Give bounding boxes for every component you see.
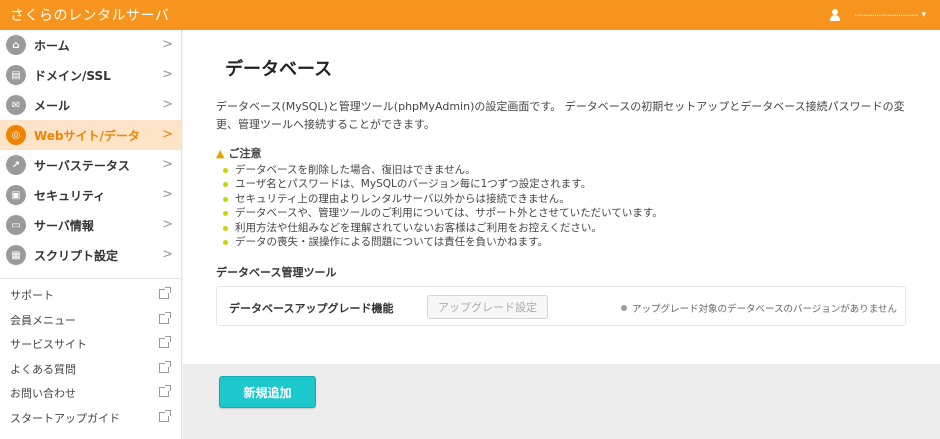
sidebar-link-label: サービスサイト bbox=[10, 338, 87, 352]
chevron-right-icon: > bbox=[162, 127, 173, 142]
warning-icon: ▲ bbox=[216, 146, 225, 160]
notice-item: 利用方法や仕組みなどを理解されていないお客様はご利用をお控えください。 bbox=[223, 221, 663, 235]
server-icon: ▭ bbox=[6, 215, 26, 235]
home-icon: ⌂ bbox=[6, 35, 26, 55]
sidebar: ⌂ ホーム > ▤ ドメイン/SSL > ✉ メール > ◎ Webサイト/データ > ↗ サーバステータ… bbox=[0, 30, 182, 439]
chevron-right-icon: > bbox=[162, 187, 173, 202]
user-menu[interactable]: ㅤ····························· ▾ bbox=[829, 7, 926, 22]
notice-item: セキュリティ上の理由よりレンタルサーバ以外からは接続できません。 bbox=[223, 192, 663, 206]
add-new-button[interactable]: 新規追加 bbox=[219, 376, 316, 408]
sidebar-item-label: ホーム bbox=[34, 38, 70, 53]
notice-heading-label: ご注意 bbox=[228, 147, 262, 160]
user-name: ㅤ····························· bbox=[845, 11, 918, 22]
notice-item: ユーザ名とパスワードは、MySQLのバージョン毎に1つずつ設定されます。 bbox=[223, 177, 663, 191]
domain-icon: ▤ bbox=[6, 65, 26, 85]
page-description: データベース(MySQL)と管理ツール(phpMyAdmin)の設定画面です。 … bbox=[216, 100, 905, 131]
sidebar-links: サポート会員メニュー サービスサイト よくある質問 お問い合わせスタートアップガイド bbox=[0, 283, 181, 430]
sidebar-link[interactable]: サービスサイト bbox=[0, 332, 181, 357]
sidebar-link-label: よくある質問 bbox=[10, 362, 76, 376]
notice-item: データの喪失・誤操作による問題については責任を負いかねます。 bbox=[223, 235, 663, 249]
sidebar-item-label: スクリプト設定 bbox=[34, 248, 119, 263]
user-icon bbox=[829, 8, 841, 21]
notice-list: データベースを削除した場合、復旧はできません。 ユーザ名とパスワードは、MySQL… bbox=[223, 163, 663, 249]
sidebar-item-label: セキュリティ bbox=[34, 188, 106, 203]
sidebar-item-label: サーバ情報 bbox=[34, 218, 94, 233]
sidebar-link[interactable]: スタートアップガイド bbox=[0, 406, 181, 431]
mail-icon: ✉ bbox=[6, 95, 26, 115]
upgrade-label: データベースアップグレード機能 bbox=[229, 302, 394, 315]
main-area: データベース データベース(MySQL)と管理ツール(phpMyAdmin)の設… bbox=[183, 30, 940, 439]
chevron-right-icon: > bbox=[162, 67, 173, 82]
sidebar-item[interactable]: ▣ セキュリティ > bbox=[0, 180, 181, 210]
sidebar-link-label: スタートアップガイド bbox=[10, 411, 120, 425]
external-link-icon bbox=[159, 287, 171, 299]
sidebar-link[interactable]: お問い合わせ bbox=[0, 381, 181, 406]
globe-icon: ◎ bbox=[6, 125, 26, 145]
external-link-icon bbox=[159, 311, 171, 324]
chevron-right-icon: > bbox=[162, 37, 173, 52]
script-icon: ▦ bbox=[6, 245, 26, 265]
upgrade-status: アップグレード対象のデータベースのバージョンがありません bbox=[620, 301, 897, 315]
sidebar-link[interactable]: サポート bbox=[0, 283, 181, 308]
sidebar-link[interactable]: 会員メニュー bbox=[0, 308, 181, 333]
tools-heading: データベース管理ツール bbox=[216, 266, 337, 279]
external-link-icon bbox=[159, 360, 171, 373]
sidebar-item-label: サーバステータス bbox=[34, 158, 130, 173]
content-panel: データベース データベース(MySQL)と管理ツール(phpMyAdmin)の設… bbox=[183, 30, 940, 364]
external-link-icon bbox=[159, 336, 171, 348]
sidebar-link-label: 会員メニュー bbox=[10, 313, 76, 327]
sidebar-item-label: Webサイト/データ bbox=[34, 128, 140, 143]
chevron-right-icon: > bbox=[162, 217, 173, 232]
top-bar: さくらのレンタルサーバ ㅤ···························… bbox=[0, 0, 940, 30]
brand-logo[interactable]: さくらのレンタルサーバ bbox=[10, 5, 169, 25]
sidebar-item[interactable]: ◎ Webサイト/データ > bbox=[0, 120, 181, 150]
notice-heading: ▲ ご注意 bbox=[216, 145, 261, 161]
sidebar-item[interactable]: ▭ サーバ情報 > bbox=[0, 210, 181, 240]
caret-down-icon: ▾ bbox=[921, 9, 926, 20]
sidebar-item-label: メール bbox=[34, 98, 71, 113]
upgrade-tool-row: データベースアップグレード機能 アップグレード設定 アップグレード対象のデータベ… bbox=[216, 286, 906, 326]
notice-item: データベースや、管理ツールのご利用については、サポート外とさせていただいています… bbox=[223, 206, 663, 220]
action-bar: 新規追加 bbox=[183, 364, 940, 439]
upgrade-settings-button[interactable]: アップグレード設定 bbox=[427, 295, 548, 319]
sidebar-link[interactable]: よくある質問 bbox=[0, 357, 181, 382]
sidebar-item[interactable]: ▦ スクリプト設定 > bbox=[0, 240, 181, 270]
external-link-icon bbox=[159, 409, 171, 422]
sidebar-link-label: お問い合わせ bbox=[10, 387, 76, 401]
lock-icon: ▣ bbox=[6, 185, 26, 205]
page-title: データベース bbox=[225, 59, 333, 80]
status-dot-icon bbox=[620, 305, 627, 311]
upgrade-status-text: アップグレード対象のデータベースのバージョンがありません bbox=[631, 304, 897, 315]
sidebar-divider bbox=[0, 278, 181, 279]
chart-icon: ↗ bbox=[6, 155, 26, 175]
sidebar-nav: ⌂ ホーム > ▤ ドメイン/SSL > ✉ メール > ◎ Webサイト/データ > ↗ サーバステータ… bbox=[0, 30, 181, 270]
chevron-right-icon: > bbox=[162, 157, 173, 172]
chevron-right-icon: > bbox=[162, 97, 173, 112]
sidebar-item[interactable]: ↗ サーバステータス > bbox=[0, 150, 181, 180]
sidebar-item[interactable]: ✉ メール > bbox=[0, 90, 181, 120]
sidebar-item[interactable]: ▤ ドメイン/SSL > bbox=[0, 60, 181, 90]
notice-item: データベースを削除した場合、復旧はできません。 bbox=[223, 163, 663, 177]
external-link-icon bbox=[159, 385, 171, 397]
sidebar-item[interactable]: ⌂ ホーム > bbox=[0, 30, 181, 60]
chevron-right-icon: > bbox=[162, 247, 173, 262]
sidebar-link-label: サポート bbox=[10, 289, 54, 303]
sidebar-item-label: ドメイン/SSL bbox=[34, 68, 111, 83]
